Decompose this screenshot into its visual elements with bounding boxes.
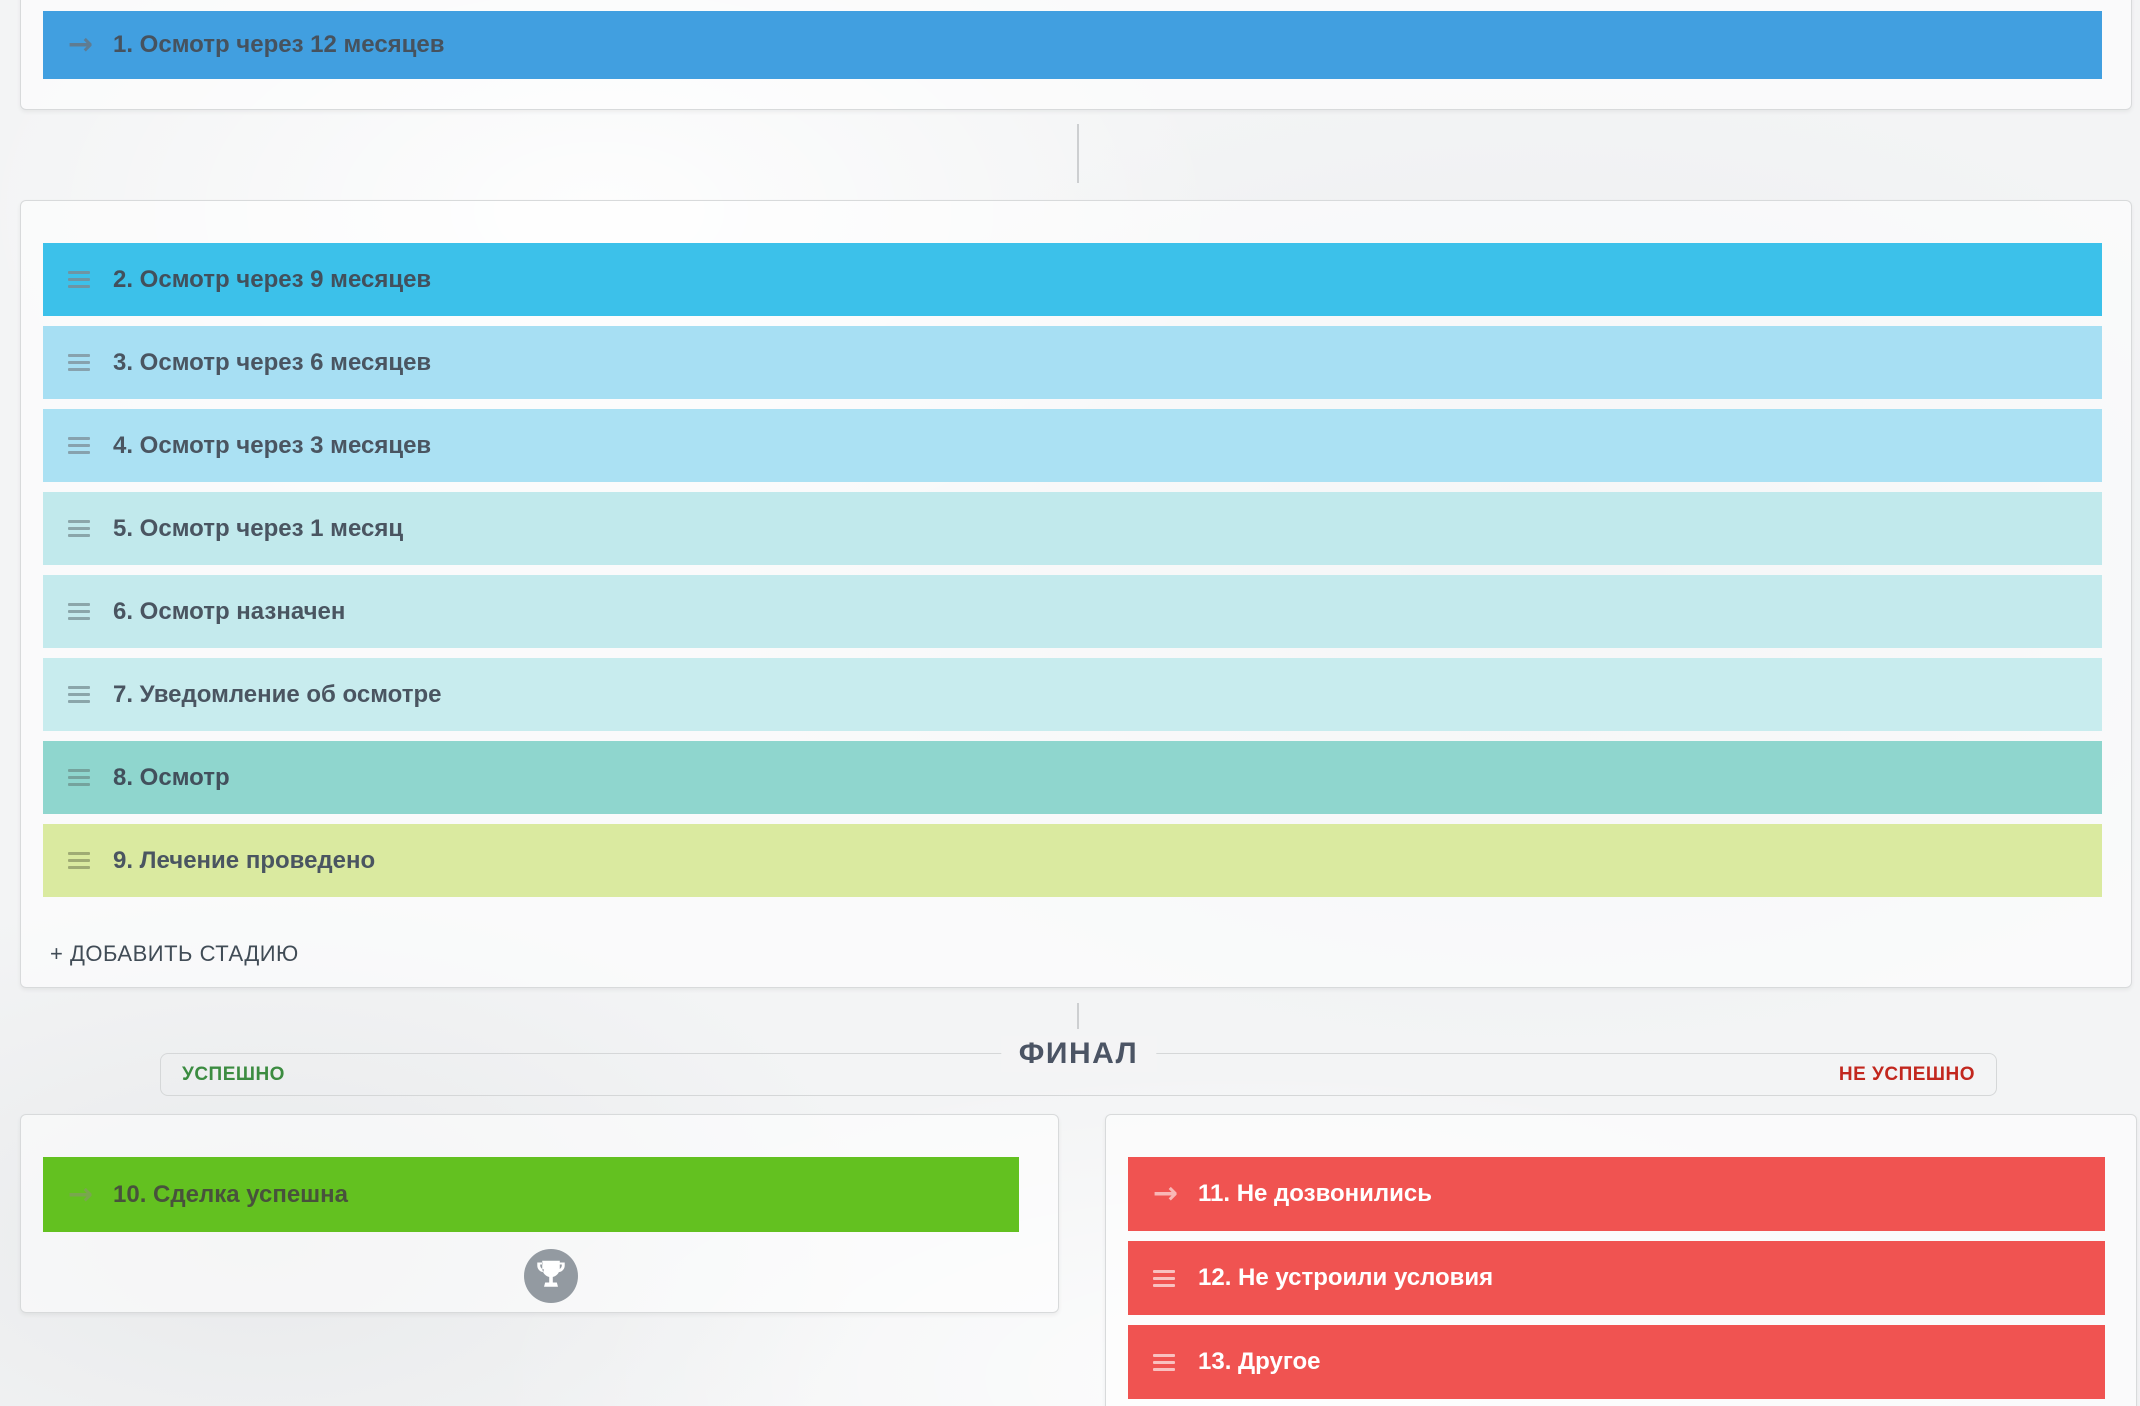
fail-stages-card: → 11. Не дозвонились 12. Не устроили услов…: [1105, 1114, 2137, 1406]
stage-bar-7[interactable]: 7. Уведомление об осмотре: [43, 658, 2102, 731]
pipeline-connector-line: [1077, 124, 1079, 183]
stage-bar-8[interactable]: 8. Осмотр: [43, 741, 2102, 814]
drag-handle-icon[interactable]: [68, 520, 90, 537]
drag-handle-icon[interactable]: [68, 437, 90, 454]
drag-handle-icon[interactable]: [68, 852, 90, 869]
trophy-icon: [524, 1249, 578, 1303]
stage-bar-3[interactable]: 3. Осмотр через 6 месяцев: [43, 326, 2102, 399]
stage-label: 11. Не дозвонились: [1198, 1180, 1433, 1207]
drag-handle-icon[interactable]: [68, 769, 90, 786]
stage-bar-13[interactable]: 13. Другое: [1128, 1325, 2105, 1399]
stage-bar-11[interactable]: → 11. Не дозвонились: [1128, 1157, 2105, 1231]
final-success-label: УСПЕШНО: [182, 1064, 285, 1085]
stage-label: 9. Лечение проведено: [113, 846, 376, 874]
stage-bar-12[interactable]: 12. Не устроили условия: [1128, 1241, 2105, 1315]
drag-handle-icon[interactable]: [1153, 1269, 1175, 1287]
arrow-icon: →: [68, 27, 94, 62]
main-stage-list: 2. Осмотр через 9 месяцев 3. Осмотр через…: [21, 243, 2131, 897]
drag-handle-icon[interactable]: [68, 271, 90, 288]
stage-bar-9[interactable]: 9. Лечение проведено: [43, 824, 2102, 897]
stage-label: 2. Осмотр через 9 месяцев: [113, 265, 432, 293]
final-section-box: ФИНАЛ УСПЕШНО НЕ УСПЕШНО: [160, 1036, 1997, 1096]
add-stage-button[interactable]: + ДОБАВИТЬ СТАДИЮ: [50, 941, 299, 967]
stage-bar-1[interactable]: → 1. Осмотр через 12 месяцев: [43, 11, 2102, 79]
first-stage-list: → 1. Осмотр через 12 месяцев: [21, 11, 2131, 79]
stage-label: 12. Не устроили условия: [1198, 1264, 1494, 1291]
arrow-icon: →: [68, 1176, 94, 1212]
stage-label: 10. Сделка успешна: [113, 1180, 349, 1208]
stage-label: 13. Другое: [1198, 1348, 1321, 1375]
main-stages-card: 2. Осмотр через 9 месяцев 3. Осмотр через…: [20, 200, 2132, 988]
success-stage-card: → 10. Сделка успешна: [20, 1114, 1059, 1313]
drag-handle-icon[interactable]: [1153, 1353, 1175, 1371]
pipeline-connector-line: [1077, 1003, 1079, 1029]
stage-bar-10[interactable]: → 10. Сделка успешна: [43, 1157, 1019, 1232]
drag-handle-icon[interactable]: [68, 686, 90, 703]
first-stage-card: → 1. Осмотр через 12 месяцев: [20, 0, 2132, 110]
final-section-title: ФИНАЛ: [1000, 1036, 1157, 1072]
fail-stage-list: → 11. Не дозвонились 12. Не устроили услов…: [1106, 1157, 2136, 1399]
stage-bar-5[interactable]: 5. Осмотр через 1 месяц: [43, 492, 2102, 565]
drag-handle-icon[interactable]: [68, 354, 90, 371]
stage-label: 7. Уведомление об осмотре: [113, 680, 442, 708]
stage-label: 5. Осмотр через 1 месяц: [113, 514, 404, 542]
stage-bar-6[interactable]: 6. Осмотр назначен: [43, 575, 2102, 648]
stage-bar-4[interactable]: 4. Осмотр через 3 месяцев: [43, 409, 2102, 482]
drag-handle-icon[interactable]: [68, 603, 90, 620]
stage-bar-2[interactable]: 2. Осмотр через 9 месяцев: [43, 243, 2102, 316]
stage-label: 3. Осмотр через 6 месяцев: [113, 348, 432, 376]
success-stage-list: → 10. Сделка успешна: [21, 1157, 1058, 1232]
stage-label: 8. Осмотр: [113, 763, 230, 791]
final-fail-label: НЕ УСПЕШНО: [1838, 1064, 1975, 1085]
stage-label: 4. Осмотр через 3 месяцев: [113, 431, 432, 459]
pipeline-settings-page: → 1. Осмотр через 12 месяцев 2. Осмотр че…: [0, 0, 2140, 1406]
stage-label: 1. Осмотр через 12 месяцев: [113, 31, 445, 58]
arrow-icon: →: [1153, 1176, 1179, 1211]
stage-label: 6. Осмотр назначен: [113, 597, 346, 625]
